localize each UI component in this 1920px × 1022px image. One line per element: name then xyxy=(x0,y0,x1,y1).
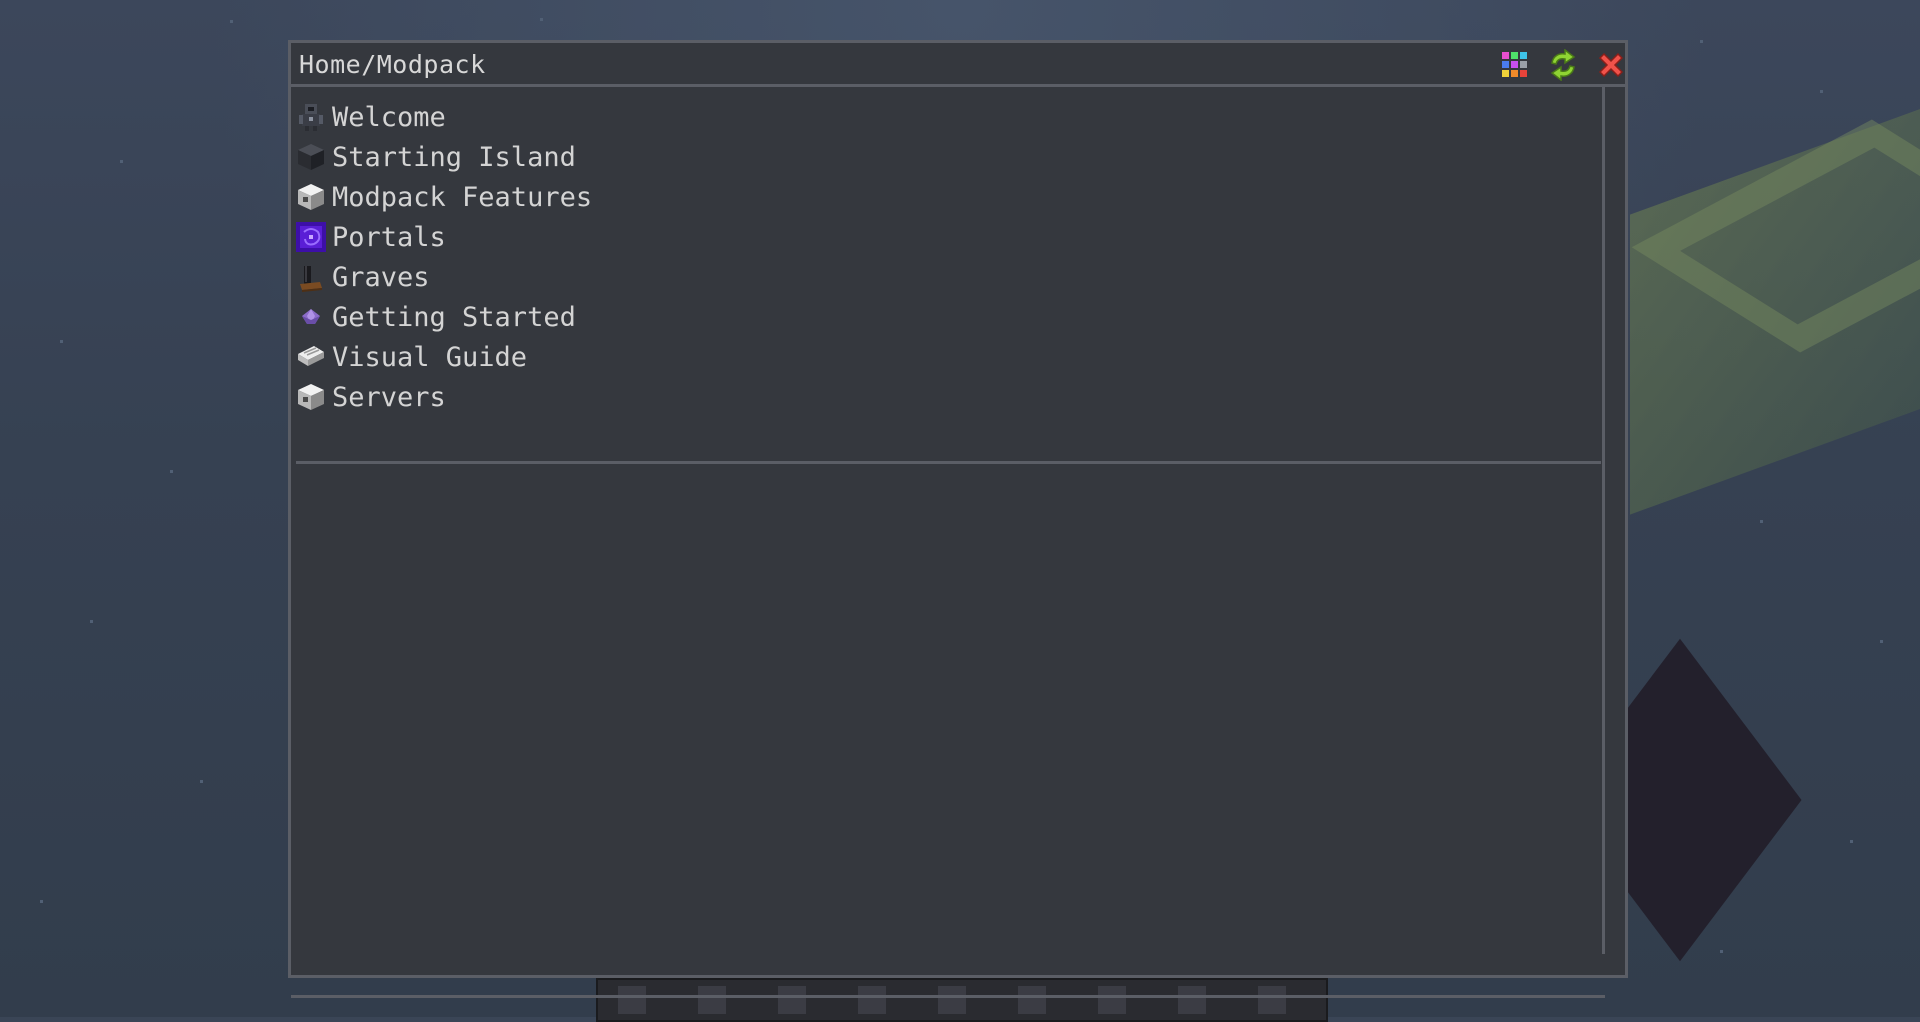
chapter-item-modpack-features[interactable]: Modpack Features xyxy=(296,177,592,217)
speck xyxy=(1880,640,1883,643)
hotbar-slot xyxy=(1018,986,1046,1014)
chapter-item-portals[interactable]: Portals xyxy=(296,217,592,257)
chapter-label: Modpack Features xyxy=(332,181,593,213)
speck xyxy=(120,160,123,163)
gravestone-icon xyxy=(296,262,326,292)
hotbar xyxy=(596,978,1328,1022)
speck xyxy=(1850,840,1853,843)
white-block-icon xyxy=(296,182,326,212)
dark-block-icon xyxy=(296,142,326,172)
speck xyxy=(200,780,203,783)
chapter-item-getting-started[interactable]: Getting Started xyxy=(296,297,592,337)
speck xyxy=(1820,90,1823,93)
purple-gem-icon xyxy=(296,302,326,332)
hotbar-slot xyxy=(618,986,646,1014)
speck xyxy=(40,900,43,903)
speck xyxy=(1700,40,1703,43)
quest-book-panel: Home/Modpack Welcome Starting Island Mod… xyxy=(288,40,1628,998)
speck xyxy=(170,470,173,473)
purple-portal-icon xyxy=(296,222,326,252)
hotbar-slot xyxy=(1098,986,1126,1014)
chapter-item-servers[interactable]: Servers xyxy=(296,377,592,417)
dark-robot-icon xyxy=(296,102,326,132)
speck xyxy=(90,620,93,623)
hotbar-slot xyxy=(1178,986,1206,1014)
refresh-icon xyxy=(1550,49,1576,81)
refresh-button[interactable] xyxy=(1547,49,1579,81)
hotbar-slot xyxy=(778,986,806,1014)
hotbar-slot xyxy=(938,986,966,1014)
speck xyxy=(1720,950,1723,953)
scrollbar-track[interactable] xyxy=(1602,87,1625,975)
chapter-label: Graves xyxy=(332,261,430,293)
hotbar-slot xyxy=(1258,986,1286,1014)
section-divider xyxy=(296,461,1601,464)
chapter-label: Welcome xyxy=(332,101,446,133)
footer-divider xyxy=(291,995,1605,998)
speck xyxy=(60,340,63,343)
breadcrumb: Home/Modpack xyxy=(299,50,486,79)
speck xyxy=(540,18,543,21)
chapter-item-graves[interactable]: Graves xyxy=(296,257,592,297)
chapter-label: Portals xyxy=(332,221,446,253)
chapter-label: Visual Guide xyxy=(332,341,528,373)
white-block-icon xyxy=(296,382,326,412)
chapter-list: Welcome Starting Island Modpack Features… xyxy=(296,97,592,417)
close-button[interactable] xyxy=(1595,49,1627,81)
hotbar-slot xyxy=(858,986,886,1014)
chapter-label: Getting Started xyxy=(332,301,576,333)
chapter-label: Servers xyxy=(332,381,446,413)
chapter-item-starting-island[interactable]: Starting Island xyxy=(296,137,592,177)
item-grid-button[interactable] xyxy=(1499,49,1531,81)
hotbar-slot xyxy=(698,986,726,1014)
chapter-label: Starting Island xyxy=(332,141,576,173)
colorful-grid-icon xyxy=(1502,52,1527,77)
close-icon xyxy=(1598,52,1624,78)
speck xyxy=(1760,520,1763,523)
title-bar: Home/Modpack xyxy=(291,43,1625,87)
chapter-item-welcome[interactable]: Welcome xyxy=(296,97,592,137)
chapter-list-area: Welcome Starting Island Modpack Features… xyxy=(291,87,1605,998)
book-icon xyxy=(296,342,326,372)
speck xyxy=(230,20,233,23)
chapter-item-visual-guide[interactable]: Visual Guide xyxy=(296,337,592,377)
